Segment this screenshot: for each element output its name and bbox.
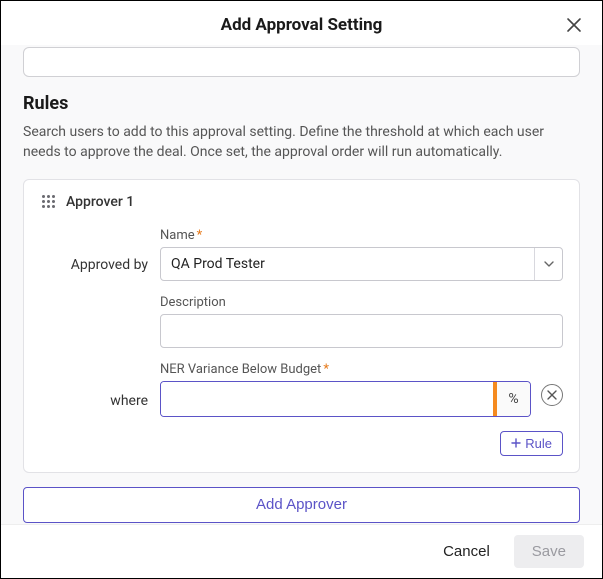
modal-header: Add Approval Setting (1, 1, 602, 45)
rule-value-input-wrap: % (160, 381, 531, 417)
modal-footer: Cancel Save (1, 524, 602, 578)
approved-by-label: Approved by (40, 257, 148, 281)
approver-name-select[interactable]: QA Prod Tester (160, 247, 563, 281)
required-asterisk: * (323, 362, 329, 377)
approver-card: Approver 1 Approved by Name* QA Prod Tes… (23, 179, 580, 473)
rule-field-label: NER Variance Below Budget* (160, 362, 563, 377)
cancel-button[interactable]: Cancel (429, 535, 504, 568)
drag-handle-icon[interactable] (40, 194, 56, 210)
approver-name-value: QA Prod Tester (161, 248, 534, 280)
name-field-placeholder[interactable] (23, 47, 580, 77)
where-label: where (40, 393, 148, 417)
modal-content: Rules Search users to add to this approv… (1, 45, 602, 524)
add-approver-button[interactable]: Add Approver (23, 487, 580, 523)
approver-title: Approver 1 (66, 194, 134, 210)
rule-value-input[interactable] (161, 382, 496, 416)
save-button[interactable]: Save (514, 535, 584, 568)
approver-card-body: Approved by Name* QA Prod Tester Descrip… (24, 222, 579, 472)
row-label-spacer (40, 340, 148, 348)
plus-icon (511, 438, 521, 448)
remove-rule-button[interactable] (541, 384, 563, 406)
description-field-label: Description (160, 295, 563, 310)
add-rule-label: Rule (525, 436, 552, 451)
close-icon (565, 16, 583, 34)
modal-title: Add Approval Setting (221, 15, 383, 35)
approver-card-header: Approver 1 (24, 180, 579, 222)
rule-unit-label: % (496, 382, 530, 416)
description-input[interactable] (160, 314, 563, 348)
chevron-down-icon (534, 248, 562, 280)
remove-icon (547, 390, 557, 400)
name-field-label: Name* (160, 228, 563, 243)
add-rule-button[interactable]: Rule (500, 431, 563, 456)
required-asterisk: * (197, 228, 203, 243)
rules-section-description: Search users to add to this approval set… (23, 122, 580, 163)
rules-section-title: Rules (23, 93, 580, 114)
close-button[interactable] (562, 13, 586, 37)
